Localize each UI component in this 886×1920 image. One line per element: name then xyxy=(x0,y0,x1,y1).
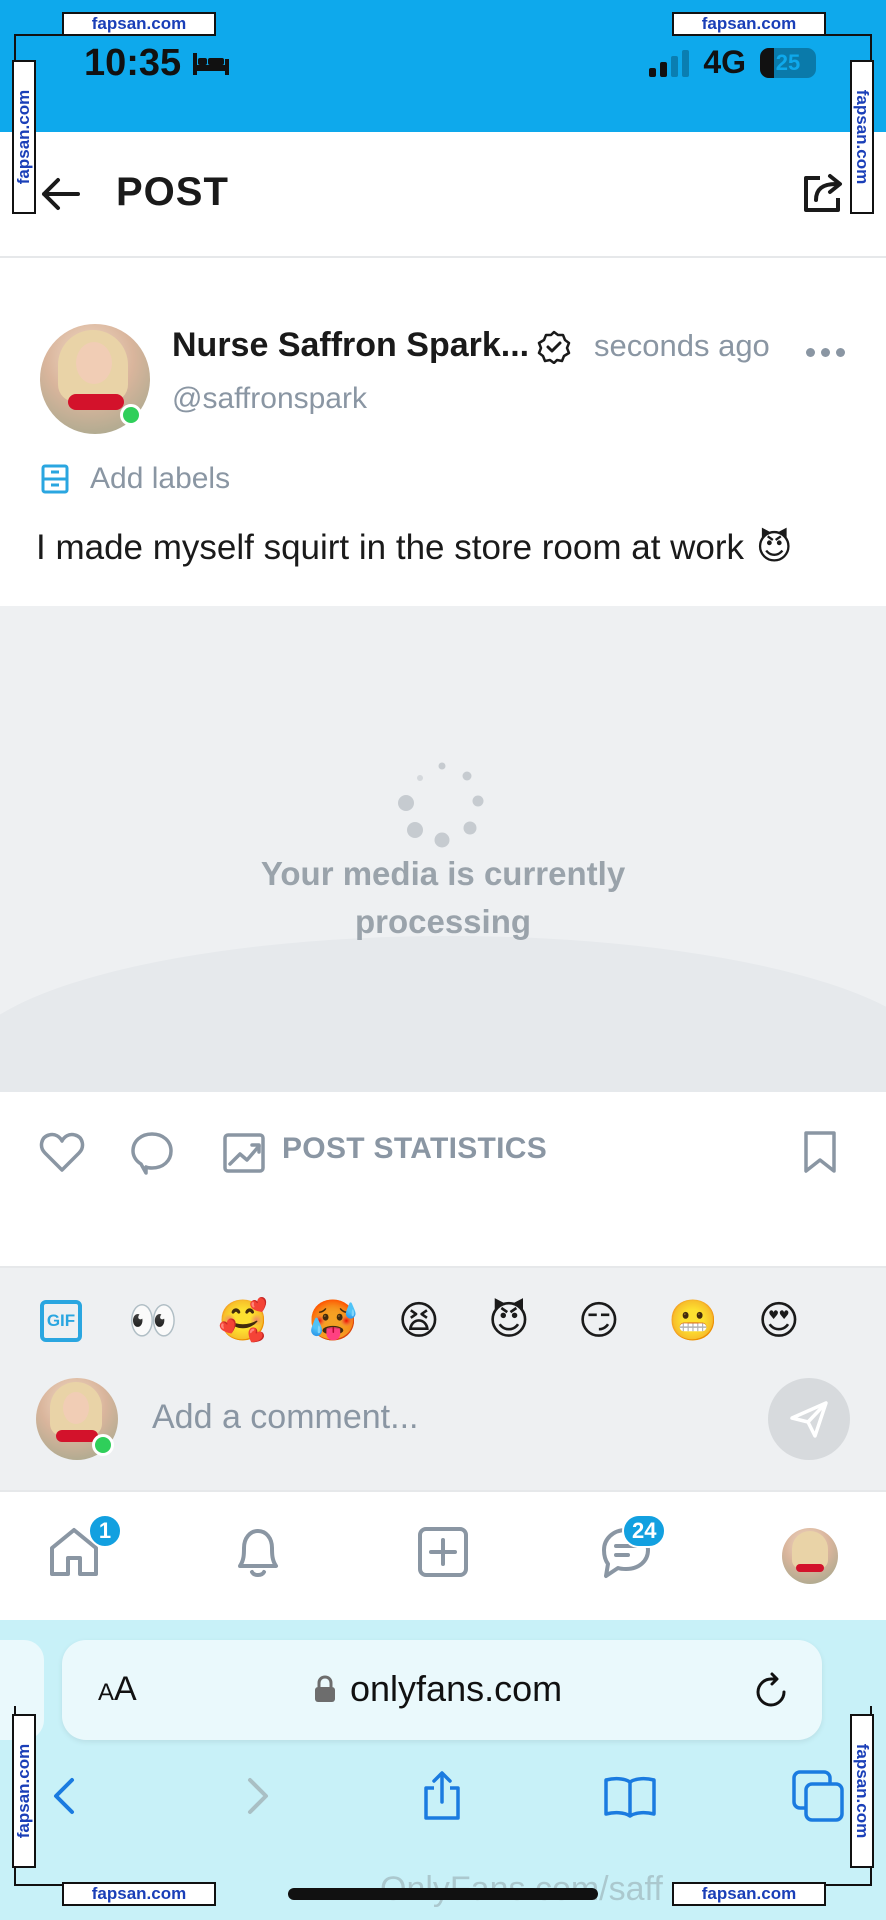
watermark-text: fapsan.com xyxy=(14,89,34,185)
bookmarks-icon[interactable] xyxy=(602,1768,658,1824)
status-time: 10:35 xyxy=(84,42,230,85)
emoji-hot-face[interactable]: 🥵 xyxy=(308,1298,398,1344)
add-labels-label: Add labels xyxy=(90,462,231,495)
author-name[interactable]: Nurse Saffron Spark... xyxy=(172,326,529,365)
comment-area: GIF 👀 🥰 🥵 😫 😈 😏 😬 😍 xyxy=(0,1268,886,1490)
post-text-body: I made myself squirt in the store room a… xyxy=(36,528,745,567)
emoji-eyes[interactable]: 👀 xyxy=(128,1298,218,1344)
messages-badge: 24 xyxy=(622,1514,667,1548)
home-indicator xyxy=(288,1888,598,1900)
home-badge: 1 xyxy=(88,1514,122,1548)
watermark-text: fapsan.com xyxy=(701,1884,797,1903)
watermark-text: fapsan.com xyxy=(853,1743,873,1839)
more-icon[interactable] xyxy=(806,346,846,358)
aa-large-label: A xyxy=(114,1670,137,1708)
safari-share-icon[interactable] xyxy=(414,1768,470,1824)
send-button[interactable] xyxy=(768,1378,850,1460)
network-type: 4G xyxy=(703,44,746,80)
media-message-line-2: processing xyxy=(354,903,532,940)
profile-avatar[interactable] xyxy=(782,1528,838,1584)
address-bar[interactable]: AA onlyfans.com xyxy=(62,1640,822,1740)
post-header: POST xyxy=(0,132,886,258)
send-icon xyxy=(790,1401,828,1438)
author-handle[interactable]: @saffronspark xyxy=(172,382,367,416)
bell-icon[interactable] xyxy=(228,1522,288,1582)
watermark-left-bottom: fapsan.com xyxy=(12,1714,36,1868)
post-time: seconds ago xyxy=(594,328,770,363)
emoji-heart-eyes[interactable]: 😍 xyxy=(758,1298,848,1344)
lock-icon xyxy=(315,1675,335,1702)
watermark-text: fapsan.com xyxy=(91,14,187,33)
bed-icon xyxy=(193,52,230,75)
watermark-top-right: fapsan.com xyxy=(672,12,826,36)
signal-icon xyxy=(649,49,690,77)
url-text: onlyfans.com xyxy=(350,1668,563,1709)
labels-icon xyxy=(41,464,69,494)
emoji-tired-face[interactable]: 😫 xyxy=(398,1298,488,1344)
reload-icon[interactable] xyxy=(752,1670,792,1710)
browser-toolbar: AA onlyfans.com OnlyFans.com/saff xyxy=(0,1620,886,1920)
comment-input[interactable] xyxy=(152,1392,592,1442)
online-indicator xyxy=(120,404,142,426)
post-statistics-button[interactable]: POST STATISTICS xyxy=(282,1132,547,1166)
watermark-right-bottom: fapsan.com xyxy=(850,1714,874,1868)
post-text: I made myself squirt in the store room a… xyxy=(36,528,793,568)
watermark-right-top: fapsan.com xyxy=(850,60,874,214)
watermark-text: fapsan.com xyxy=(701,14,797,33)
post-actions: POST STATISTICS xyxy=(0,1092,886,1268)
share-icon[interactable] xyxy=(800,168,848,216)
emoji-grimace[interactable]: 😬 xyxy=(668,1298,758,1344)
media-placeholder: Your media is currently processing xyxy=(0,606,886,1092)
status-indicators: 4G 25 xyxy=(649,44,816,81)
watermark-text: fapsan.com xyxy=(853,89,873,185)
aa-small-label: A xyxy=(98,1679,115,1706)
reader-aa-button[interactable]: AA xyxy=(98,1670,137,1709)
tabs-icon[interactable] xyxy=(790,1768,846,1824)
bookmark-icon[interactable] xyxy=(796,1128,844,1176)
emoji-smiling-hearts[interactable]: 🥰 xyxy=(218,1298,308,1344)
emoji-quick-bar: GIF 👀 🥰 🥵 😫 😈 😏 😬 😍 xyxy=(40,1298,848,1344)
safari-forward-icon[interactable] xyxy=(228,1768,284,1824)
bottom-nav: 1 24 xyxy=(0,1490,886,1620)
watermark-text: fapsan.com xyxy=(91,1884,187,1903)
watermark-bottom-right: fapsan.com xyxy=(672,1882,826,1906)
add-post-icon[interactable] xyxy=(413,1522,473,1582)
watermark-top-left: fapsan.com xyxy=(62,12,216,36)
emoji-smirk[interactable]: 😏 xyxy=(578,1298,668,1344)
add-labels-button[interactable]: Add labels xyxy=(40,462,230,496)
watermark-bottom-left: fapsan.com xyxy=(62,1882,216,1906)
media-message-line-1: Your media is currently xyxy=(260,855,626,892)
safari-back-icon[interactable] xyxy=(38,1768,94,1824)
battery-level xyxy=(760,47,774,78)
devil-emoji: 😈 xyxy=(756,528,793,567)
gif-button[interactable]: GIF xyxy=(40,1300,82,1342)
loading-spinner-icon xyxy=(398,762,484,848)
emoji-devil[interactable]: 😈 xyxy=(488,1298,578,1344)
stats-icon[interactable] xyxy=(220,1128,268,1176)
watermark-text: fapsan.com xyxy=(14,1743,34,1839)
verified-icon xyxy=(537,330,571,364)
status-time-text: 10:35 xyxy=(84,42,182,84)
page-title: POST xyxy=(116,170,229,214)
media-processing-message: Your media is currently processing xyxy=(0,850,886,946)
battery-icon: 25 xyxy=(760,47,816,78)
battery-percent: 25 xyxy=(775,49,801,75)
comment-icon[interactable] xyxy=(128,1128,176,1176)
like-icon[interactable] xyxy=(38,1128,86,1176)
back-arrow-icon[interactable] xyxy=(38,172,82,216)
watermark-left-top: fapsan.com xyxy=(12,60,36,214)
commenter-online-indicator xyxy=(92,1434,114,1456)
